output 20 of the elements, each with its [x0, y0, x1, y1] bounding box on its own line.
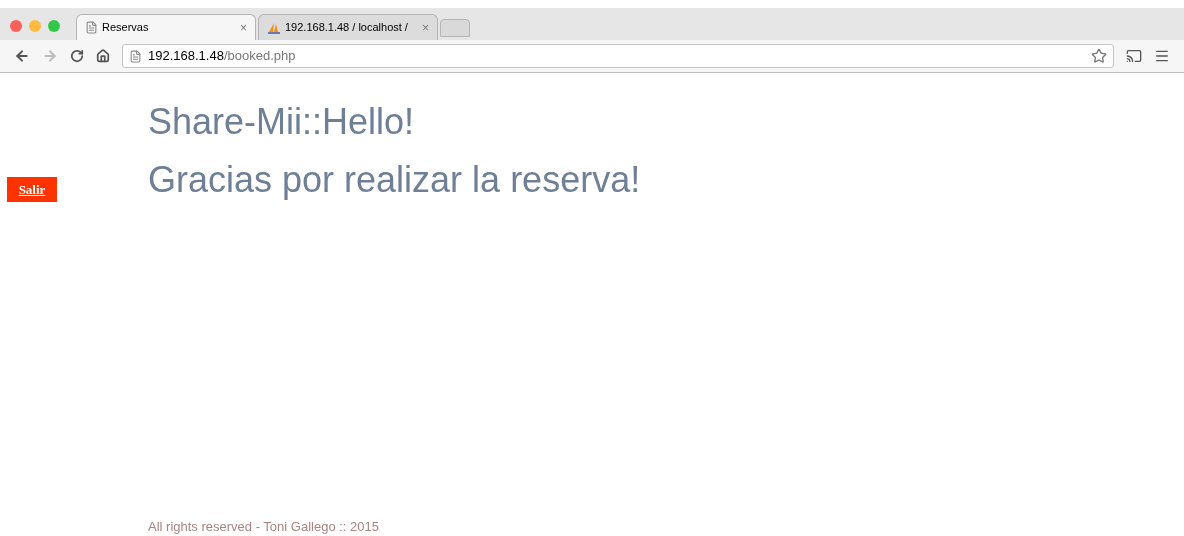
page-icon	[85, 21, 98, 34]
footer-text: All rights reserved - Toni Gallego :: 2015	[148, 517, 380, 536]
tab-title: 192.168.1.48 / localhost /	[285, 20, 409, 36]
page-icon	[129, 49, 142, 63]
reload-icon[interactable]	[70, 49, 84, 63]
heading: Share-Mii::Hello!	[148, 101, 416, 143]
menu-icon[interactable]	[1154, 48, 1170, 64]
address-bar[interactable]: 192.168.1.48/booked.php	[122, 44, 1114, 68]
heading: Gracias por realizar la reserva!	[148, 159, 642, 201]
bookmark-star-icon[interactable]	[1091, 48, 1107, 64]
tab-close-button[interactable]: ×	[240, 18, 247, 37]
browser-tab[interactable]: 192.168.1.48 / localhost / ×	[258, 14, 438, 40]
back-icon[interactable]	[14, 48, 30, 64]
browser-tab[interactable]: Reservas ×	[76, 14, 256, 40]
close-window-icon[interactable]	[10, 20, 22, 32]
tab-title: Reservas	[102, 20, 150, 36]
cast-icon[interactable]	[1126, 48, 1142, 64]
logout-link[interactable]: Salir	[7, 177, 57, 202]
url-text: 192.168.1.48/booked.php	[148, 47, 297, 66]
home-icon[interactable]	[96, 49, 110, 63]
